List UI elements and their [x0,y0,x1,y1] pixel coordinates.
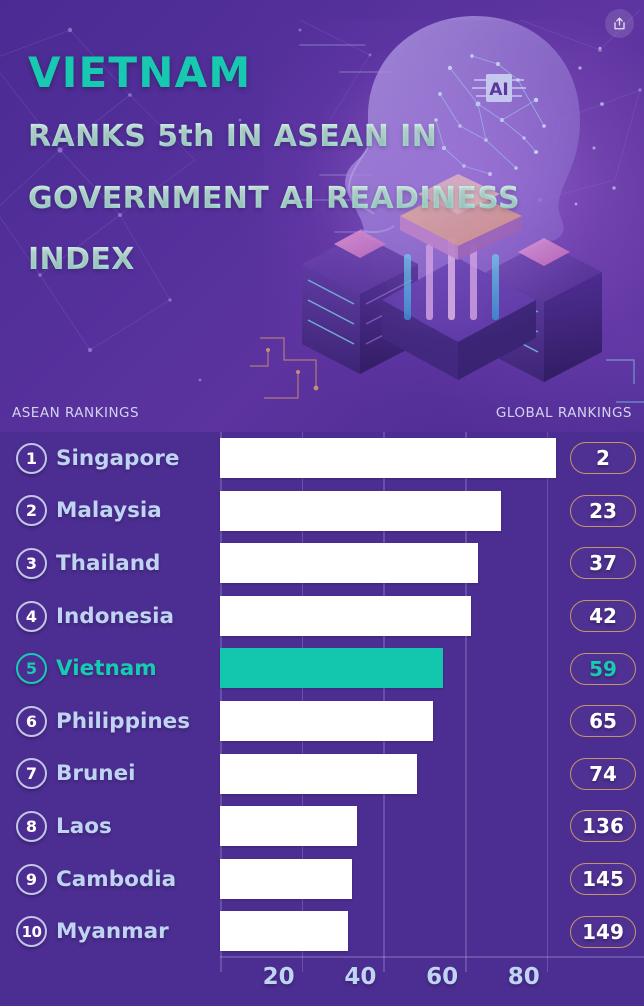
page-title: VIETNAM [28,48,252,97]
chart-row: 1 Singapore 2 [0,432,644,485]
value-bar [220,543,479,584]
share-button[interactable] [605,9,634,38]
global-rank-badge: 65 [570,705,636,738]
value-bar [220,858,352,899]
asean-rank-badge: 8 [16,810,47,842]
global-rankings-label: GLOBAL RANKINGS [495,405,632,421]
country-label: Indonesia [56,603,175,629]
share-icon [614,17,625,30]
value-bar [220,438,556,478]
value-bar [220,595,472,636]
global-rank-badge: 23 [570,494,636,527]
ranking-bar-chart: 1 Singapore 2 2 Malaysia 23 3 Thailand 37 4 Indone… [0,432,644,1006]
subtitle-line-3: INDEX [28,244,628,276]
axis-tick-label: 20 [262,964,295,990]
value-bar [220,648,444,689]
subtitle-line-1: RANKS 5th IN ASEAN IN [28,121,628,153]
country-label: Brunei [56,761,136,787]
asean-rank-badge: 3 [16,547,47,579]
global-rank-badge: 42 [570,600,636,633]
asean-rank-badge: 7 [16,758,47,790]
value-bar [220,911,348,952]
chart-row: 8 Laos 136 [0,800,644,853]
infographic-page: AI VIETNAM RANKS 5th IN ASEAN IN GOVERNM… [0,0,644,1006]
country-label: Myanmar [56,919,169,945]
chart-row: 6 Philippines 65 [0,695,644,748]
global-rank-badge: 74 [570,757,636,790]
asean-rank-badge: 6 [16,705,47,737]
asean-rank-badge: 9 [16,863,47,895]
global-rank-badge: 2 [570,442,636,475]
chart-row: 5 Vietnam 59 [0,642,644,695]
country-label: Laos [56,813,112,839]
country-label: Malaysia [56,498,162,524]
global-rank-badge: 37 [570,547,636,580]
axis-tick-label: 60 [426,964,459,990]
chart-row: 9 Cambodia 145 [0,853,644,906]
asean-rank-badge: 4 [16,600,47,632]
chart-row: 2 Malaysia 23 [0,485,644,538]
global-rank-badge: 145 [570,863,636,896]
axis-tick-label: 80 [507,964,540,990]
chart-rows: 1 Singapore 2 2 Malaysia 23 3 Thailand 37 4 Indone… [0,432,644,958]
chart-row: 10 Myanmar 149 [0,905,644,958]
chart-row: 4 Indonesia 42 [0,590,644,643]
asean-rank-badge: 10 [16,916,47,948]
hero-section: AI VIETNAM RANKS 5th IN ASEAN IN GOVERNM… [0,0,644,432]
value-bar [220,753,417,794]
value-bar [220,700,433,741]
country-label: Cambodia [56,866,177,892]
value-bar [220,490,502,531]
global-rank-badge: 149 [570,915,636,948]
asean-rank-badge: 1 [16,442,47,474]
country-label: Thailand [56,550,161,576]
asean-rankings-label: ASEAN RANKINGS [12,405,140,421]
chart-row: 7 Brunei 74 [0,748,644,801]
hero-title-block: VIETNAM RANKS 5th IN ASEAN IN GOVERNMENT… [28,48,628,276]
value-bar [220,806,357,847]
asean-rank-badge: 2 [16,495,47,527]
subtitle-line-2: GOVERNMENT AI READINESS [28,182,628,215]
axis-tick-label: 40 [344,964,377,990]
chart-row: 3 Thailand 37 [0,537,644,590]
country-label: Vietnam [56,656,157,682]
chart-x-axis: 20 40 60 80 [0,960,644,1006]
country-label: Singapore [56,445,180,471]
asean-rank-badge: 5 [16,653,47,685]
global-rank-badge: 136 [570,810,636,843]
country-label: Philippines [56,708,191,734]
global-rank-badge: 59 [570,652,636,685]
